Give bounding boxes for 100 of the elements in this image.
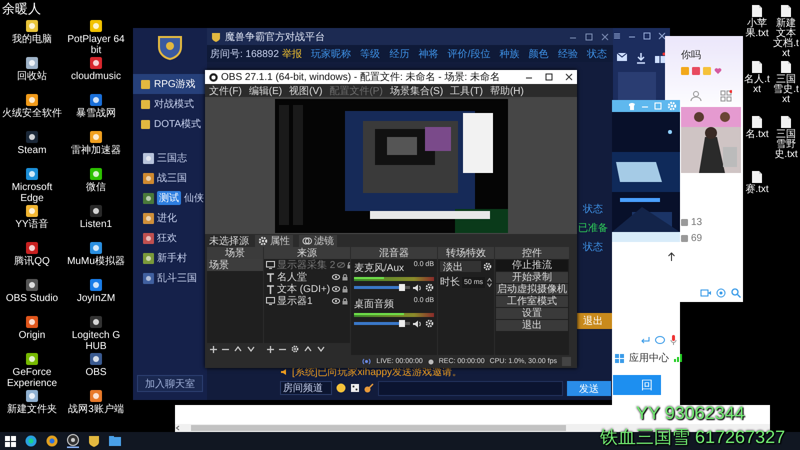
globe-icon[interactable]	[46, 435, 58, 447]
gear-icon[interactable]	[291, 345, 299, 353]
report-link[interactable]: 举报	[282, 46, 302, 60]
app-icon[interactable]	[89, 19, 103, 33]
file-icon[interactable]	[751, 60, 763, 74]
game-item[interactable]: 战三国	[133, 168, 207, 188]
person-icon[interactable]	[690, 90, 702, 102]
app-icon[interactable]	[89, 389, 103, 403]
speaker-icon[interactable]	[413, 320, 422, 328]
transition-select[interactable]: 淡出	[440, 261, 481, 272]
app-icon[interactable]	[89, 93, 103, 107]
control-button[interactable]: 开始录制	[496, 272, 568, 283]
file-icon[interactable]	[780, 115, 792, 129]
app-icon[interactable]	[25, 241, 39, 255]
guitar-icon[interactable]	[364, 383, 374, 393]
app-icon[interactable]	[25, 56, 39, 70]
game-item[interactable]: 乱斗三国	[133, 268, 207, 288]
app-icon[interactable]	[89, 56, 103, 70]
menu-item[interactable]: 视图(V)	[289, 84, 322, 98]
file-icon[interactable]	[751, 115, 763, 129]
scene-item[interactable]: 场景	[207, 259, 263, 271]
source-item[interactable]: 名人堂	[264, 271, 350, 283]
scrollbar-thumb[interactable]	[191, 425, 566, 431]
scroll-left-icon[interactable]	[175, 425, 181, 431]
app-icon[interactable]	[25, 278, 39, 292]
emoji-icon[interactable]	[336, 383, 346, 393]
app-icon[interactable]	[89, 278, 103, 292]
nav-item[interactable]: RPG游戏	[133, 74, 207, 94]
app-icon[interactable]	[25, 352, 39, 366]
mic-icon[interactable]	[670, 335, 677, 345]
menu-item[interactable]: 文件(F)	[209, 84, 242, 98]
circle-icon[interactable]	[716, 288, 726, 298]
menu-item[interactable]: 场景集合(S)	[390, 84, 444, 98]
app-icon[interactable]	[89, 352, 103, 366]
properties-button[interactable]: 属性	[255, 234, 293, 246]
game-item[interactable]: 三国志	[133, 148, 207, 168]
menu-item[interactable]: 编辑(E)	[248, 84, 282, 98]
close-icon[interactable]	[565, 73, 573, 81]
lock-icon[interactable]	[342, 286, 348, 292]
move-down-icon[interactable]	[317, 346, 325, 352]
video-icon[interactable]	[700, 288, 711, 298]
dice-icon[interactable]	[350, 383, 360, 393]
chat-input-field[interactable]	[378, 380, 563, 396]
app-icon[interactable]	[89, 167, 103, 181]
game-item[interactable]: 测试 仙侠	[133, 188, 207, 208]
app-icon[interactable]	[89, 315, 103, 329]
app-icon[interactable]	[89, 204, 103, 218]
move-up-icon[interactable]	[234, 346, 242, 352]
eye-icon[interactable]	[332, 286, 340, 292]
add-icon[interactable]	[210, 346, 217, 352]
eye-icon[interactable]	[332, 274, 340, 280]
move-down-icon[interactable]	[247, 346, 255, 352]
file-icon[interactable]	[780, 60, 792, 74]
menu-item[interactable]: 工具(T)	[450, 84, 483, 98]
move-up-icon[interactable]	[304, 346, 312, 352]
join-chat-button[interactable]: 加入聊天室	[137, 375, 203, 392]
up-arrow-icon[interactable]	[667, 252, 676, 262]
game-item[interactable]: 狂欢	[133, 228, 207, 248]
folder-icon[interactable]	[109, 435, 121, 447]
app-icon[interactable]	[89, 241, 103, 255]
app-icon[interactable]	[25, 315, 39, 329]
channel-select[interactable]: 房间频道	[280, 381, 332, 395]
apps-icon[interactable]	[720, 90, 732, 102]
maximize-icon[interactable]	[545, 73, 553, 81]
chat-bubble-icon[interactable]	[655, 336, 665, 344]
source-item[interactable]: 文本 (GDI+)	[264, 283, 350, 295]
app-icon[interactable]	[25, 19, 39, 33]
source-item[interactable]: 显示器1	[264, 295, 350, 307]
app-center-icon[interactable]	[615, 354, 624, 362]
spinner-icon[interactable]	[487, 278, 492, 286]
add-icon[interactable]	[267, 346, 274, 352]
file-icon[interactable]	[751, 4, 763, 18]
menu-item[interactable]: 帮助(H)	[490, 84, 524, 98]
filters-button[interactable]: 滤镜	[299, 234, 337, 246]
game-item[interactable]: 新手村	[133, 248, 207, 268]
start-icon[interactable]	[5, 436, 16, 446]
lock-icon[interactable]	[342, 298, 348, 304]
browser-icon[interactable]	[25, 435, 37, 447]
control-button[interactable]: 工作室模式	[496, 296, 568, 307]
file-icon[interactable]	[780, 4, 792, 18]
app-icon[interactable]	[25, 167, 39, 181]
control-button[interactable]: 启动虚拟摄像机	[496, 284, 568, 295]
app-icon[interactable]	[25, 130, 39, 144]
gear-icon[interactable]	[425, 283, 434, 292]
game-app-icon[interactable]	[88, 435, 100, 447]
app-icon[interactable]	[89, 130, 103, 144]
nav-item[interactable]: 对战模式	[133, 94, 207, 114]
control-button[interactable]: 退出	[496, 320, 568, 331]
control-button[interactable]: 停止推流	[496, 260, 568, 271]
nav-item[interactable]: DOTA模式	[133, 114, 207, 134]
file-icon[interactable]	[751, 170, 763, 184]
app-icon[interactable]	[25, 204, 39, 218]
game-item[interactable]: 进化	[133, 208, 207, 228]
speaker-icon[interactable]	[413, 284, 422, 292]
obs-app-icon[interactable]	[67, 434, 79, 448]
control-button[interactable]: 设置	[496, 308, 568, 319]
gear-icon[interactable]	[425, 319, 434, 328]
source-item[interactable]: 显示器采集 2	[264, 259, 350, 271]
hidden-eye-icon[interactable]	[337, 262, 346, 268]
app-icon[interactable]	[25, 93, 39, 107]
